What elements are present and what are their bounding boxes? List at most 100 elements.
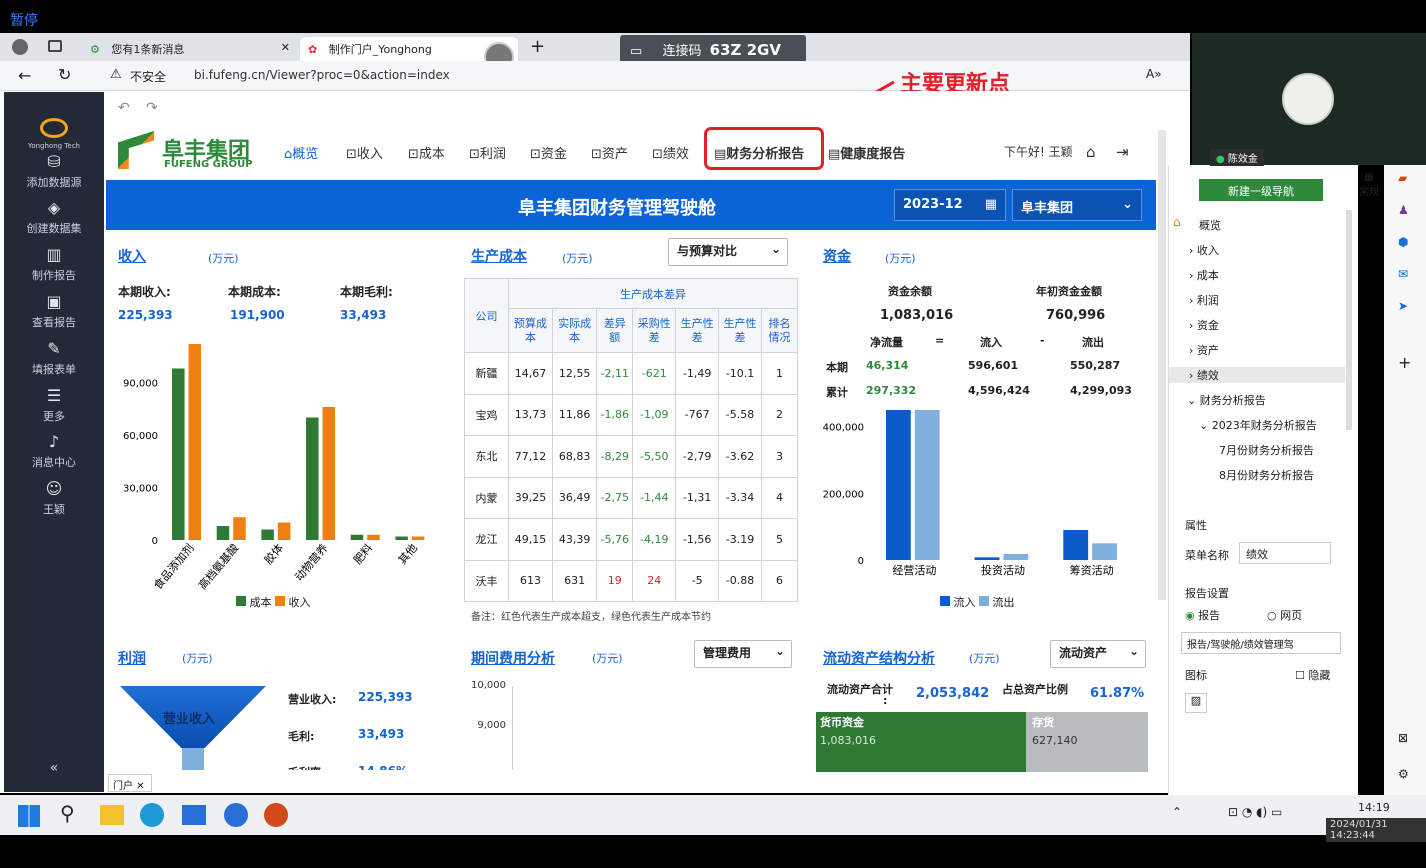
- sidebar-item-fill-form[interactable]: ✎ 填报表单: [4, 339, 104, 377]
- main-scrollbar[interactable]: [1158, 130, 1166, 600]
- settings-icon[interactable]: ⚙: [1398, 767, 1409, 781]
- expense-select[interactable]: 管理费用 ⌄: [694, 640, 792, 668]
- sidebar-item-make-report[interactable]: ▥ 制作报告: [4, 245, 104, 283]
- logout-icon[interactable]: ⇥: [1116, 143, 1129, 161]
- menu-name-input[interactable]: 绩效: [1239, 542, 1331, 564]
- nav-cost[interactable]: ⊡成本: [408, 143, 445, 162]
- profit-title[interactable]: 利润: [118, 648, 146, 668]
- home-button-icon[interactable]: ⌂: [1086, 143, 1096, 161]
- tree-item[interactable]: 概览: [1199, 217, 1359, 233]
- expense-title[interactable]: 期间费用分析: [471, 648, 555, 668]
- sidebar-item-messages[interactable]: ♪ 消息中心: [4, 432, 104, 470]
- funnel-label: 营业收入: [163, 712, 216, 727]
- fund-minus: -: [1040, 334, 1045, 347]
- tree-item[interactable]: › 成本: [1189, 267, 1349, 283]
- layout-normal[interactable]: ▦ 常规: [1356, 172, 1382, 198]
- table-row: 宝鸡 13,73 11,86 -1,86 -1,09 -767 -5.58 2: [464, 393, 799, 436]
- col-header: 实际成本: [552, 308, 598, 353]
- tree-item[interactable]: › 绩效: [1169, 367, 1345, 383]
- org-select[interactable]: 阜丰集团 ⌄: [1012, 189, 1142, 221]
- tree-item[interactable]: 7月份财务分析报告: [1219, 442, 1379, 458]
- tray-icons[interactable]: ⊡ ◔ ◖) ▭: [1228, 805, 1282, 819]
- sidebar-item-user[interactable]: ☺ 王颖: [4, 479, 104, 517]
- sidebar-item-add-datasource[interactable]: ⛁ 添加数据源: [4, 152, 104, 190]
- nav-overview[interactable]: ⌂概览: [284, 143, 318, 162]
- nav-fund[interactable]: ⊡资金: [530, 143, 567, 162]
- conn-code: 63Z 2GV: [709, 41, 781, 59]
- table-row: 沃丰 613 631 19 24 -5 -0.88 6: [464, 559, 799, 602]
- redo-icon[interactable]: ↷: [146, 100, 158, 116]
- fund-init-label: 年初资金金额: [1036, 285, 1102, 298]
- meeting-icon[interactable]: [224, 803, 248, 827]
- tree-item[interactable]: › 收入: [1189, 242, 1349, 258]
- hide-checkbox[interactable]: ☐ 隐藏: [1295, 667, 1330, 683]
- tree-item[interactable]: › 资金: [1189, 317, 1349, 333]
- nav-performance[interactable]: ⊡绩效: [652, 143, 689, 162]
- new-tab-button[interactable]: +: [530, 36, 545, 57]
- panel-scrollbar[interactable]: [1346, 210, 1352, 430]
- windows-icon[interactable]: [18, 805, 40, 827]
- tree-item[interactable]: 8月份财务分析报告: [1219, 467, 1379, 483]
- nav-profit[interactable]: ⊡利润: [469, 143, 506, 162]
- table-cell: 39,25: [507, 476, 554, 519]
- search-icon[interactable]: ⚲: [60, 801, 75, 825]
- explorer-icon[interactable]: [100, 805, 124, 825]
- powerpoint-icon[interactable]: [264, 803, 288, 827]
- send-icon[interactable]: ➤: [1398, 299, 1408, 313]
- tree-item[interactable]: ⌄ 2023年财务分析报告: [1199, 417, 1359, 433]
- insecure-label: 不安全: [130, 70, 167, 84]
- collapse-icon[interactable]: «: [4, 760, 104, 776]
- read-aloud-icon[interactable]: A»: [1146, 67, 1162, 81]
- sidebar-item-view-report[interactable]: ▣ 查看报告: [4, 292, 104, 330]
- cost-compare-select[interactable]: 与预算对比 ⌄: [668, 238, 788, 266]
- undo-icon[interactable]: ↶: [118, 100, 130, 116]
- edge-icon[interactable]: [140, 803, 164, 827]
- tab-actions-icon[interactable]: [48, 40, 62, 52]
- radio-report[interactable]: ◉ 报告: [1185, 607, 1220, 623]
- asset-select[interactable]: 流动资产 ⌄: [1050, 640, 1146, 668]
- right-toolbar: ▰ ♟ ⬢ ✉ ➤ + ⊠ ⚙: [1384, 165, 1426, 795]
- screenshot-icon[interactable]: ⊠: [1398, 731, 1408, 745]
- app-icon[interactable]: [182, 805, 206, 825]
- income-title[interactable]: 收入: [118, 246, 146, 266]
- nav-asset[interactable]: ⊡资产: [591, 143, 628, 162]
- tree-item[interactable]: › 资产: [1189, 342, 1349, 358]
- url-text[interactable]: bi.fufeng.cn/Viewer?proc=0&action=index: [194, 68, 450, 82]
- nav-health-report[interactable]: ▤健康度报告: [828, 143, 905, 162]
- sidebar-item-more[interactable]: ☰ 更多: [4, 386, 104, 424]
- tree-item[interactable]: ⌄ 财务分析报告: [1187, 392, 1347, 408]
- briefcase-icon[interactable]: ▰: [1398, 171, 1407, 185]
- path-select[interactable]: 报告/驾驶舱/绩效管理驾: [1181, 632, 1341, 654]
- pause-label[interactable]: 暂停: [10, 10, 38, 30]
- tray-chevron-icon[interactable]: ⌃: [1172, 805, 1182, 819]
- people-icon[interactable]: ♟: [1398, 203, 1409, 217]
- reload-icon[interactable]: ↻: [58, 65, 71, 84]
- sidebar-item-create-dataset[interactable]: ◈ 创建数据集: [4, 198, 104, 236]
- funnel-stem: [182, 748, 204, 770]
- outlook-icon[interactable]: ✉: [1398, 267, 1408, 281]
- asset-title[interactable]: 流动资产结构分析: [823, 648, 935, 668]
- period-select[interactable]: 2023-12 ▦: [894, 189, 1006, 221]
- fund-cum-in: 4,596,424: [968, 384, 1030, 397]
- fund-title[interactable]: 资金: [823, 246, 851, 266]
- radio-web[interactable]: ○ 网页: [1267, 607, 1302, 623]
- cost-title[interactable]: 生产成本: [471, 246, 527, 266]
- close-icon[interactable]: ✕: [281, 41, 290, 54]
- nav-income[interactable]: ⊡收入: [346, 143, 383, 162]
- copilot-icon[interactable]: ⬢: [1398, 235, 1408, 249]
- back-icon[interactable]: ←: [18, 66, 31, 85]
- add-icon[interactable]: +: [1398, 353, 1411, 372]
- clock[interactable]: 14:19: [1358, 801, 1390, 814]
- nav-financial-report[interactable]: ▤财务分析报告: [714, 143, 804, 162]
- legend-swatch-in: [940, 596, 950, 606]
- profile-icon[interactable]: [12, 39, 28, 55]
- col-header: 预算成本: [507, 308, 554, 353]
- table-row: 龙江 49,15 43,39 -5,76 -4,19 -1,56 -3.19 5: [464, 518, 799, 561]
- tab-messages[interactable]: ⚙ 您有1条新消息 ✕: [82, 37, 298, 61]
- browser-tabbar: ⚙ 您有1条新消息 ✕ ✿ 制作门户_Yonghong +: [0, 33, 1190, 61]
- bar-成本: [350, 534, 364, 540]
- bottom-tab[interactable]: 门户 ✕: [108, 774, 152, 792]
- tree-item[interactable]: › 利润: [1189, 292, 1349, 308]
- new-nav-button[interactable]: 新建一级导航: [1199, 179, 1323, 201]
- image-icon[interactable]: ▨: [1185, 693, 1207, 713]
